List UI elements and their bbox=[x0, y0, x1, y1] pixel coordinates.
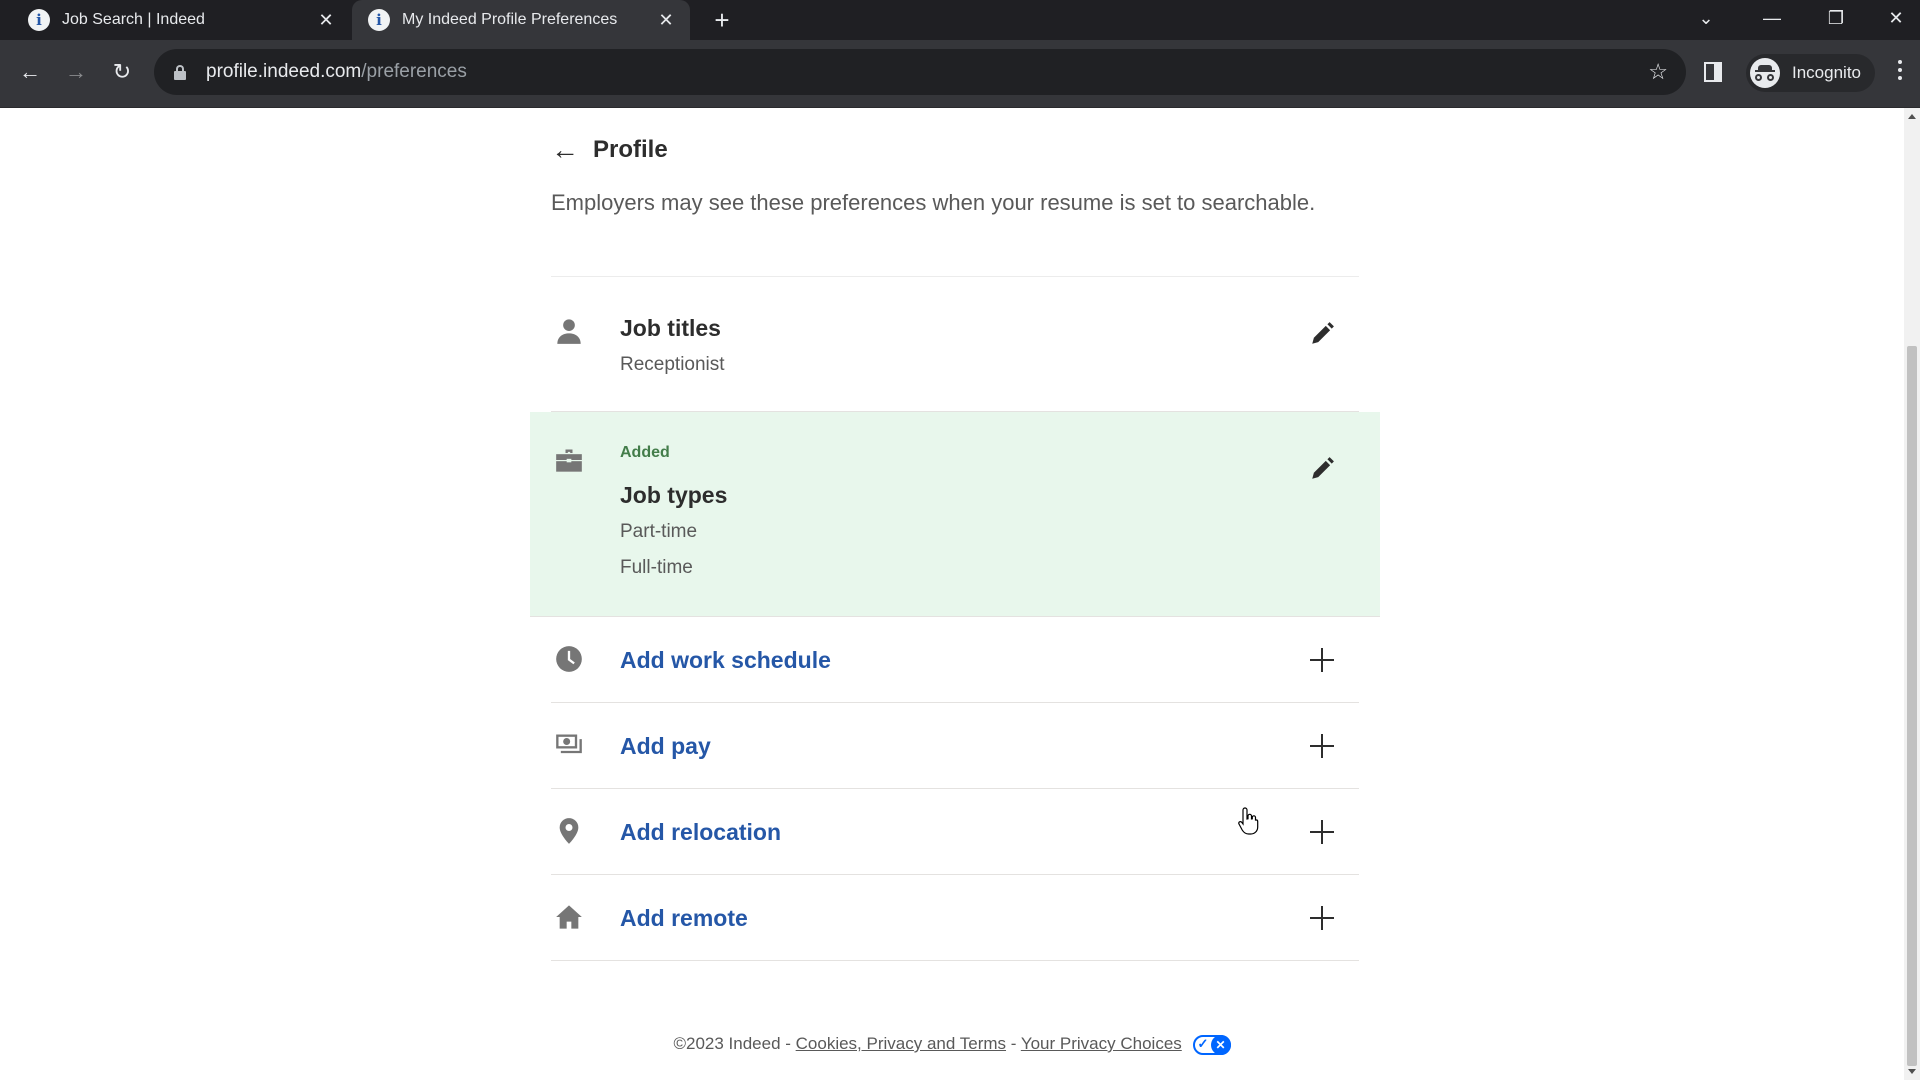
hand-cursor-icon bbox=[1238, 807, 1259, 835]
job-types-heading: Job types bbox=[620, 482, 728, 508]
tab-profile-preferences[interactable]: i My Indeed Profile Preferences ✕ bbox=[352, 0, 690, 40]
person-icon bbox=[557, 319, 581, 344]
tab-strip: i Job Search | Indeed ✕ i My Indeed Prof… bbox=[0, 0, 1920, 40]
add-pay-label: Add pay bbox=[620, 733, 711, 759]
plus-icon bbox=[1310, 734, 1334, 758]
side-panel-icon[interactable] bbox=[1704, 62, 1722, 82]
url-host: profile.indeed.com bbox=[206, 61, 362, 82]
url-text[interactable]: profile.indeed.com/preferences bbox=[206, 61, 467, 83]
job-types-section: Added Job types Part-time Full-time bbox=[530, 412, 1380, 617]
edit-job-types-button[interactable] bbox=[1307, 454, 1337, 484]
lock-icon[interactable] bbox=[174, 65, 186, 80]
add-remote-label: Add remote bbox=[620, 905, 748, 931]
your-privacy-choices-link[interactable]: Your Privacy Choices bbox=[1021, 1034, 1182, 1053]
incognito-profile-button[interactable]: Incognito bbox=[1746, 54, 1875, 92]
address-bar[interactable]: profile.indeed.com/preferences ☆ bbox=[154, 49, 1686, 95]
footer: ©2023 Indeed - Cookies, Privacy and Term… bbox=[0, 1034, 1904, 1055]
location-pin-icon bbox=[559, 818, 579, 844]
page-scrollbar[interactable] bbox=[1904, 108, 1920, 1080]
intro-text: Employers may see these preferences when… bbox=[551, 190, 1316, 215]
preferences-list: Job titles Receptionist Added Job types … bbox=[530, 276, 1380, 961]
browser-toolbar: ← → ↻ profile.indeed.com/preferences ☆ I… bbox=[0, 40, 1920, 108]
plus-icon bbox=[1310, 648, 1334, 672]
add-work-schedule-row[interactable]: Add work schedule bbox=[551, 617, 1359, 703]
reload-button[interactable]: ↻ bbox=[104, 54, 140, 90]
job-type-value: Part-time bbox=[620, 521, 698, 542]
add-remote-button[interactable] bbox=[1307, 903, 1337, 933]
add-work-schedule-button[interactable] bbox=[1307, 645, 1337, 675]
job-title-value: Receptionist bbox=[620, 354, 725, 375]
minimize-button[interactable]: — bbox=[1744, 0, 1800, 36]
tab-job-search[interactable]: i Job Search | Indeed ✕ bbox=[0, 0, 350, 40]
indeed-info-icon: i bbox=[368, 9, 390, 31]
add-pay-row[interactable]: Add pay bbox=[551, 703, 1359, 789]
job-titles-heading: Job titles bbox=[620, 315, 721, 341]
incognito-label: Incognito bbox=[1792, 63, 1861, 82]
new-tab-button[interactable]: + bbox=[706, 4, 738, 36]
incognito-icon bbox=[1750, 58, 1780, 88]
back-button[interactable]: ← bbox=[12, 54, 48, 90]
close-tab-icon[interactable]: ✕ bbox=[312, 6, 340, 34]
add-relocation-label: Add relocation bbox=[620, 819, 782, 845]
indeed-info-icon: i bbox=[28, 9, 50, 31]
plus-icon bbox=[1310, 906, 1334, 930]
money-icon bbox=[556, 734, 582, 754]
add-remote-row[interactable]: Add remote bbox=[551, 875, 1359, 961]
copyright-text: ©2023 Indeed - bbox=[673, 1034, 796, 1053]
home-icon bbox=[556, 905, 582, 929]
browser-menu-icon[interactable] bbox=[1898, 60, 1904, 80]
scrollbar-thumb[interactable] bbox=[1907, 346, 1917, 1066]
back-to-profile-link[interactable]: ← Profile bbox=[551, 136, 668, 164]
add-relocation-button[interactable] bbox=[1307, 817, 1337, 847]
clock-icon bbox=[556, 646, 582, 672]
briefcase-icon bbox=[556, 449, 582, 472]
footer-separator: - bbox=[1006, 1034, 1021, 1053]
pencil-icon bbox=[1312, 322, 1334, 344]
add-pay-button[interactable] bbox=[1307, 731, 1337, 761]
scroll-down-arrow-icon[interactable] bbox=[1908, 1069, 1916, 1074]
tab-search-button[interactable]: ⌄ bbox=[1678, 0, 1734, 36]
added-badge: Added bbox=[620, 444, 670, 461]
add-work-schedule-label: Add work schedule bbox=[620, 647, 831, 673]
forward-button[interactable]: → bbox=[58, 54, 94, 90]
pencil-icon bbox=[1312, 457, 1334, 479]
preferences-page: ← Profile Employers may see these prefer… bbox=[0, 108, 1904, 1080]
url-path: /preferences bbox=[361, 61, 467, 82]
scroll-up-arrow-icon[interactable] bbox=[1908, 114, 1916, 119]
job-titles-section: Job titles Receptionist bbox=[551, 277, 1359, 412]
edit-job-titles-button[interactable] bbox=[1307, 319, 1337, 349]
cookies-privacy-terms-link[interactable]: Cookies, Privacy and Terms bbox=[796, 1034, 1006, 1053]
restore-button[interactable]: ❐ bbox=[1808, 0, 1864, 36]
tab-title: Job Search | Indeed bbox=[62, 11, 205, 28]
back-link-label: Profile bbox=[593, 136, 668, 163]
arrow-left-icon: ← bbox=[551, 134, 579, 165]
close-window-button[interactable]: ✕ bbox=[1872, 0, 1920, 36]
bookmark-star-icon[interactable]: ☆ bbox=[1648, 59, 1668, 85]
plus-icon bbox=[1310, 820, 1334, 844]
job-type-value: Full-time bbox=[620, 557, 693, 578]
privacy-choices-icon[interactable]: ✓ ✕ bbox=[1192, 1034, 1231, 1055]
tab-title: My Indeed Profile Preferences bbox=[402, 11, 618, 28]
close-tab-icon[interactable]: ✕ bbox=[652, 6, 680, 34]
